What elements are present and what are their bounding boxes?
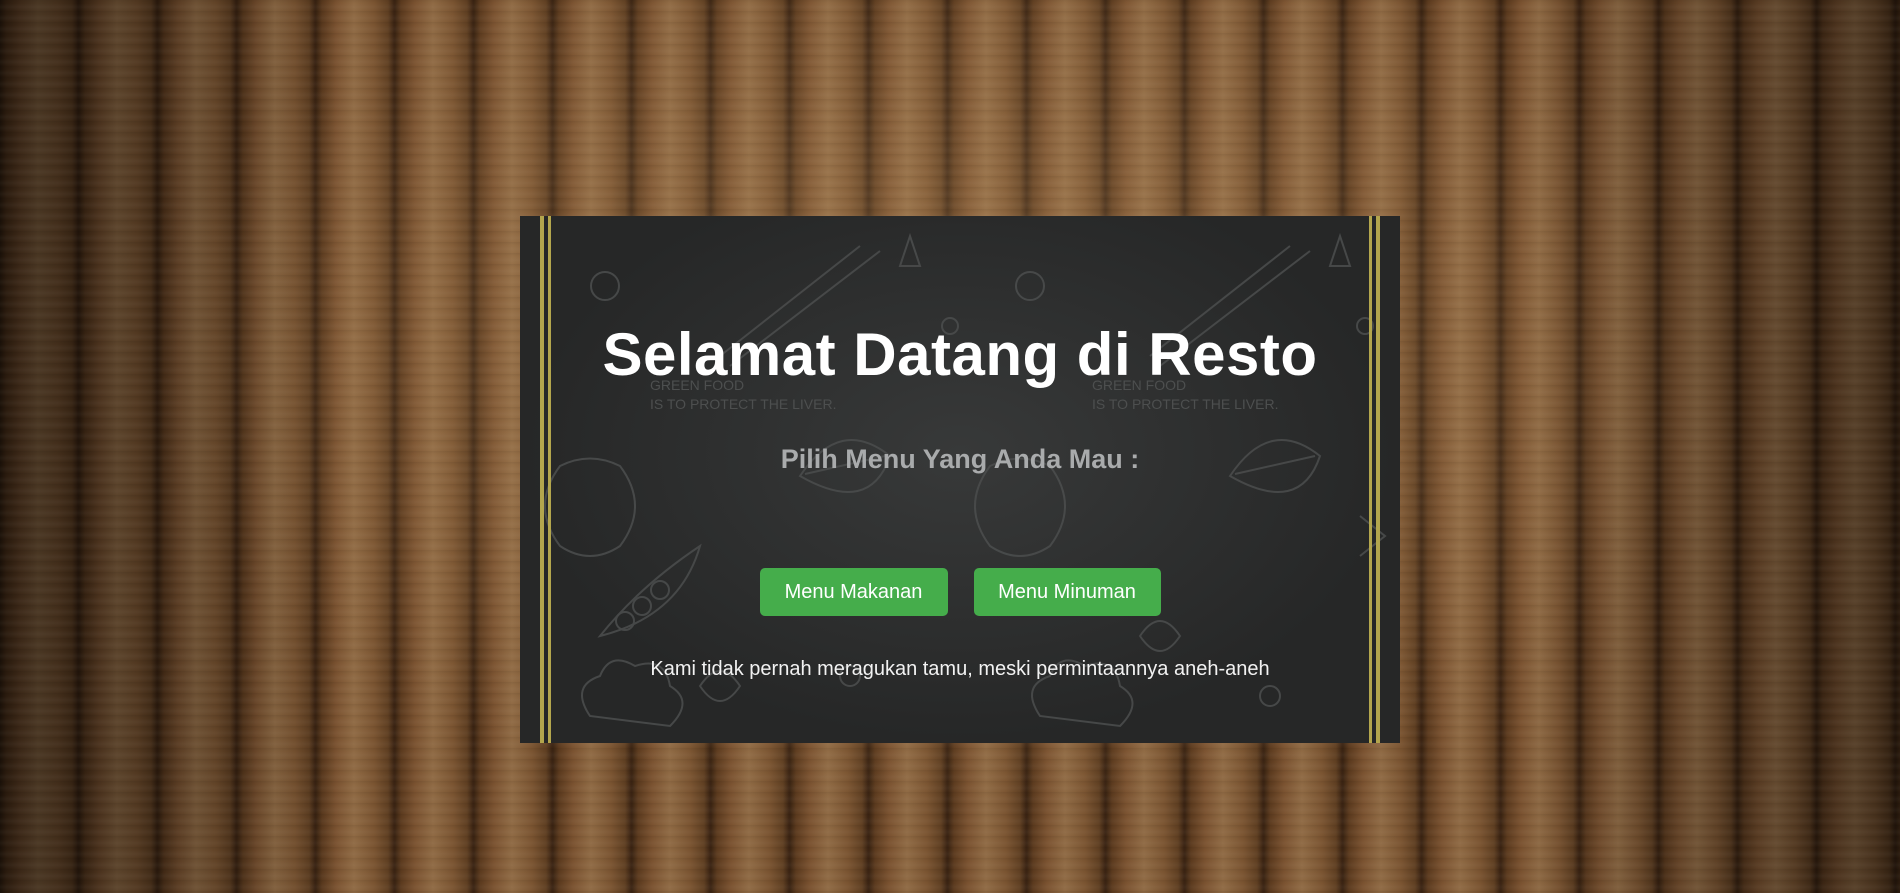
chalkboard-panel: GREEN FOOD IS TO PROTECT THE LIVER. GREE… xyxy=(520,216,1400,743)
food-menu-button[interactable]: Menu Makanan xyxy=(759,568,948,616)
watermark-text: IS TO PROTECT THE LIVER. xyxy=(650,396,836,412)
page-title: Selamat Datang di Resto xyxy=(602,321,1318,388)
menu-prompt: Pilih Menu Yang Anda Mau : xyxy=(780,444,1140,474)
menu-button-group: Menu Makanan Menu Minuman xyxy=(520,568,1400,616)
tagline: Kami tidak pernah meragukan tamu, meski … xyxy=(650,658,1270,680)
watermark-text: IS TO PROTECT THE LIVER. xyxy=(1092,396,1278,412)
drink-menu-button[interactable]: Menu Minuman xyxy=(973,568,1161,616)
